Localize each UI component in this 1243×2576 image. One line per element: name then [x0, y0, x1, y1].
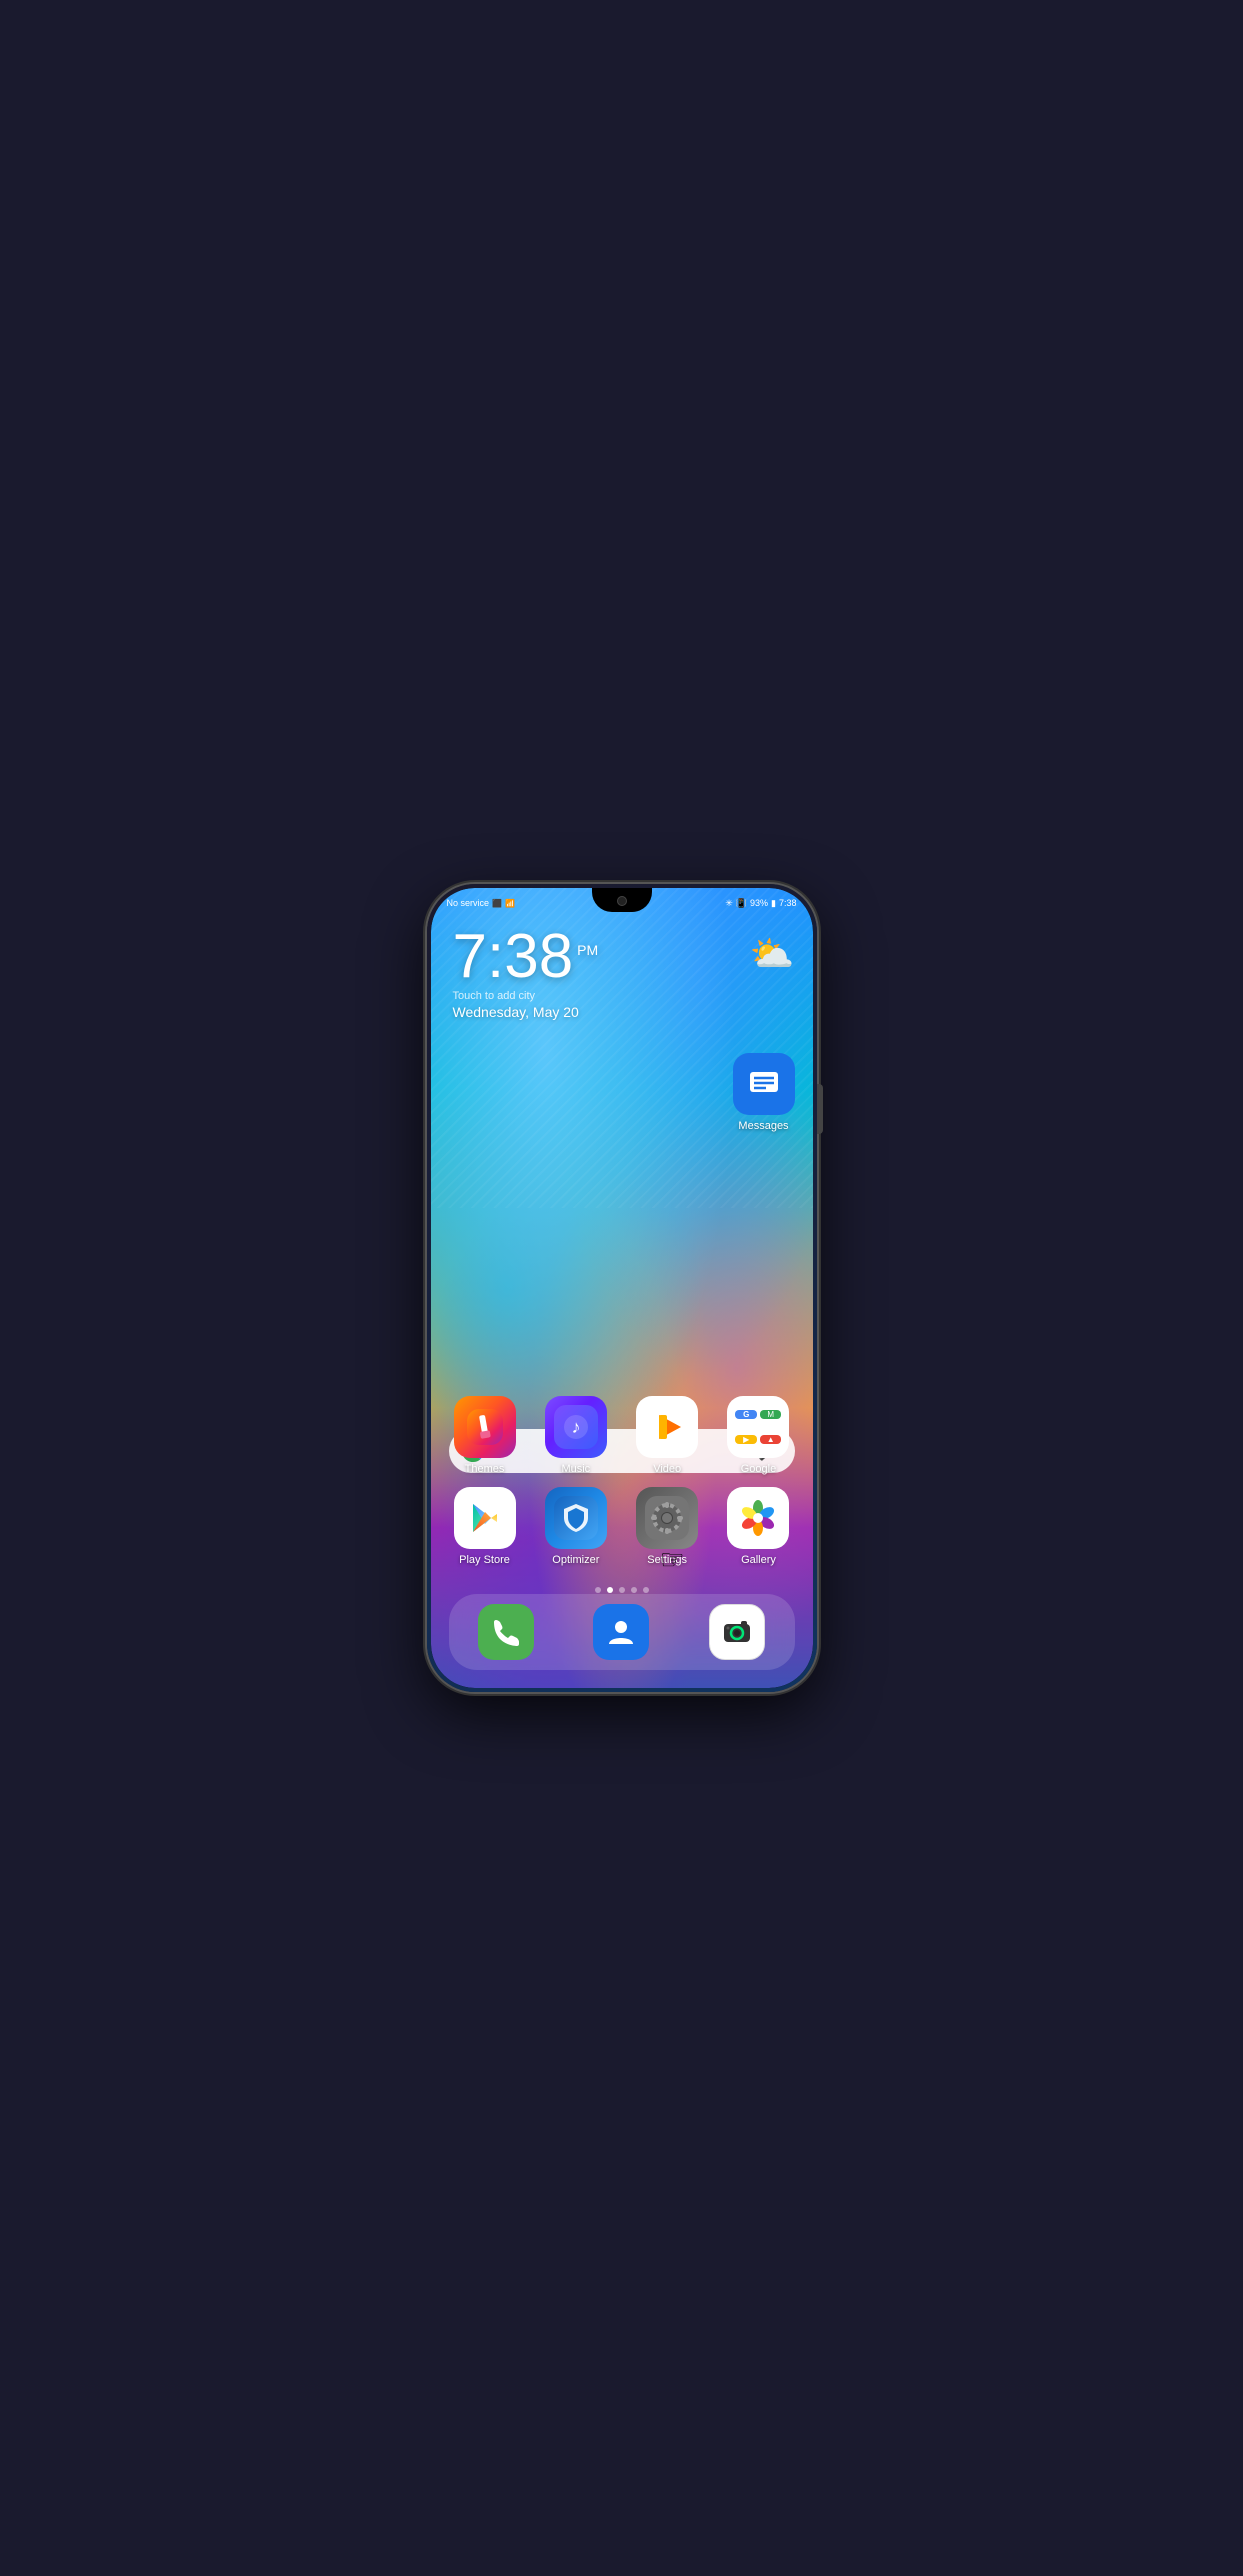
- google-folder-icon: G M ▶ ▲: [727, 1396, 789, 1458]
- app-music[interactable]: ♪ Music: [540, 1396, 612, 1475]
- status-right: ✳ 📳 93% ▮ 7:38: [725, 898, 796, 909]
- dock-camera[interactable]: [709, 1604, 765, 1660]
- page-dots: [431, 1587, 813, 1593]
- music-icon: ♪: [545, 1396, 607, 1458]
- contacts-icon: [593, 1604, 649, 1660]
- optimizer-icon: [545, 1487, 607, 1549]
- gallery-label: Gallery: [741, 1554, 776, 1566]
- app-playstore[interactable]: Play Store: [449, 1487, 521, 1566]
- bluetooth-icon: ✳: [725, 898, 733, 909]
- page-dot-4: [631, 1587, 637, 1593]
- weather-widget[interactable]: ⛅: [750, 933, 795, 975]
- video-icon: [636, 1396, 698, 1458]
- settings-icon: [636, 1487, 698, 1549]
- page-dot-2: [607, 1587, 613, 1593]
- app-gallery[interactable]: Gallery: [722, 1487, 794, 1566]
- app-video[interactable]: Video: [631, 1396, 703, 1475]
- vibrate-icon: 📳: [736, 898, 747, 909]
- app-themes[interactable]: Themes: [449, 1396, 521, 1475]
- camera-dot: [617, 896, 627, 906]
- app-row-1: Themes: [449, 1396, 795, 1475]
- google-folder-label: Google: [741, 1463, 776, 1475]
- messages-icon-svg: [746, 1066, 782, 1102]
- page-dot-5: [643, 1587, 649, 1593]
- optimizer-label: Optimizer: [552, 1554, 599, 1566]
- svg-text:♪: ♪: [571, 1417, 580, 1437]
- dock-contacts[interactable]: [593, 1604, 649, 1660]
- app-grid: Themes: [449, 1396, 795, 1578]
- wifi-icon: 📶: [505, 899, 515, 908]
- dock-phone[interactable]: [478, 1604, 534, 1660]
- status-left: No service ⬛ 📶: [447, 898, 515, 908]
- phone-icon: [478, 1604, 534, 1660]
- music-label: Music: [561, 1463, 590, 1475]
- playstore-label: Play Store: [459, 1554, 510, 1566]
- playstore-icon: [454, 1487, 516, 1549]
- messages-label: Messages: [738, 1120, 788, 1132]
- settings-label: Settings: [647, 1554, 687, 1566]
- app-row-2: Play Store: [449, 1487, 795, 1566]
- battery-icon: ▮: [771, 898, 776, 909]
- camera-icon: [709, 1604, 765, 1660]
- app-settings[interactable]: ☞ Settings: [631, 1487, 703, 1566]
- gallery-icon: [727, 1487, 789, 1549]
- app-messages[interactable]: Messages: [733, 1053, 795, 1132]
- screen: No service ⬛ 📶 ✳ 📳 93% ▮ 7:38 7:38PM Tou…: [431, 888, 813, 1688]
- notch: [592, 888, 652, 912]
- page-dot-1: [595, 1587, 601, 1593]
- clock-time: 7:38PM: [453, 926, 599, 988]
- power-button[interactable]: [817, 1084, 823, 1134]
- page-dot-3: [619, 1587, 625, 1593]
- clock-subtitle[interactable]: Touch to add city: [453, 990, 599, 1002]
- phone-frame: No service ⬛ 📶 ✳ 📳 93% ▮ 7:38 7:38PM Tou…: [427, 884, 817, 1692]
- weather-icon: ⛅: [750, 933, 795, 975]
- video-label: Video: [653, 1463, 681, 1475]
- dock: [449, 1594, 795, 1670]
- clock-area: 7:38PM Touch to add city Wednesday, May …: [453, 926, 599, 1020]
- no-service-text: No service: [447, 898, 490, 908]
- app-optimizer[interactable]: Optimizer: [540, 1487, 612, 1566]
- clock-date: Wednesday, May 20: [453, 1004, 599, 1020]
- app-google-folder[interactable]: G M ▶ ▲ Google: [722, 1396, 794, 1475]
- themes-icon: [454, 1396, 516, 1458]
- status-time: 7:38: [779, 898, 797, 908]
- themes-label: Themes: [465, 1463, 505, 1475]
- battery-percent: 93%: [750, 898, 768, 908]
- signal-icon: ⬛: [492, 899, 502, 908]
